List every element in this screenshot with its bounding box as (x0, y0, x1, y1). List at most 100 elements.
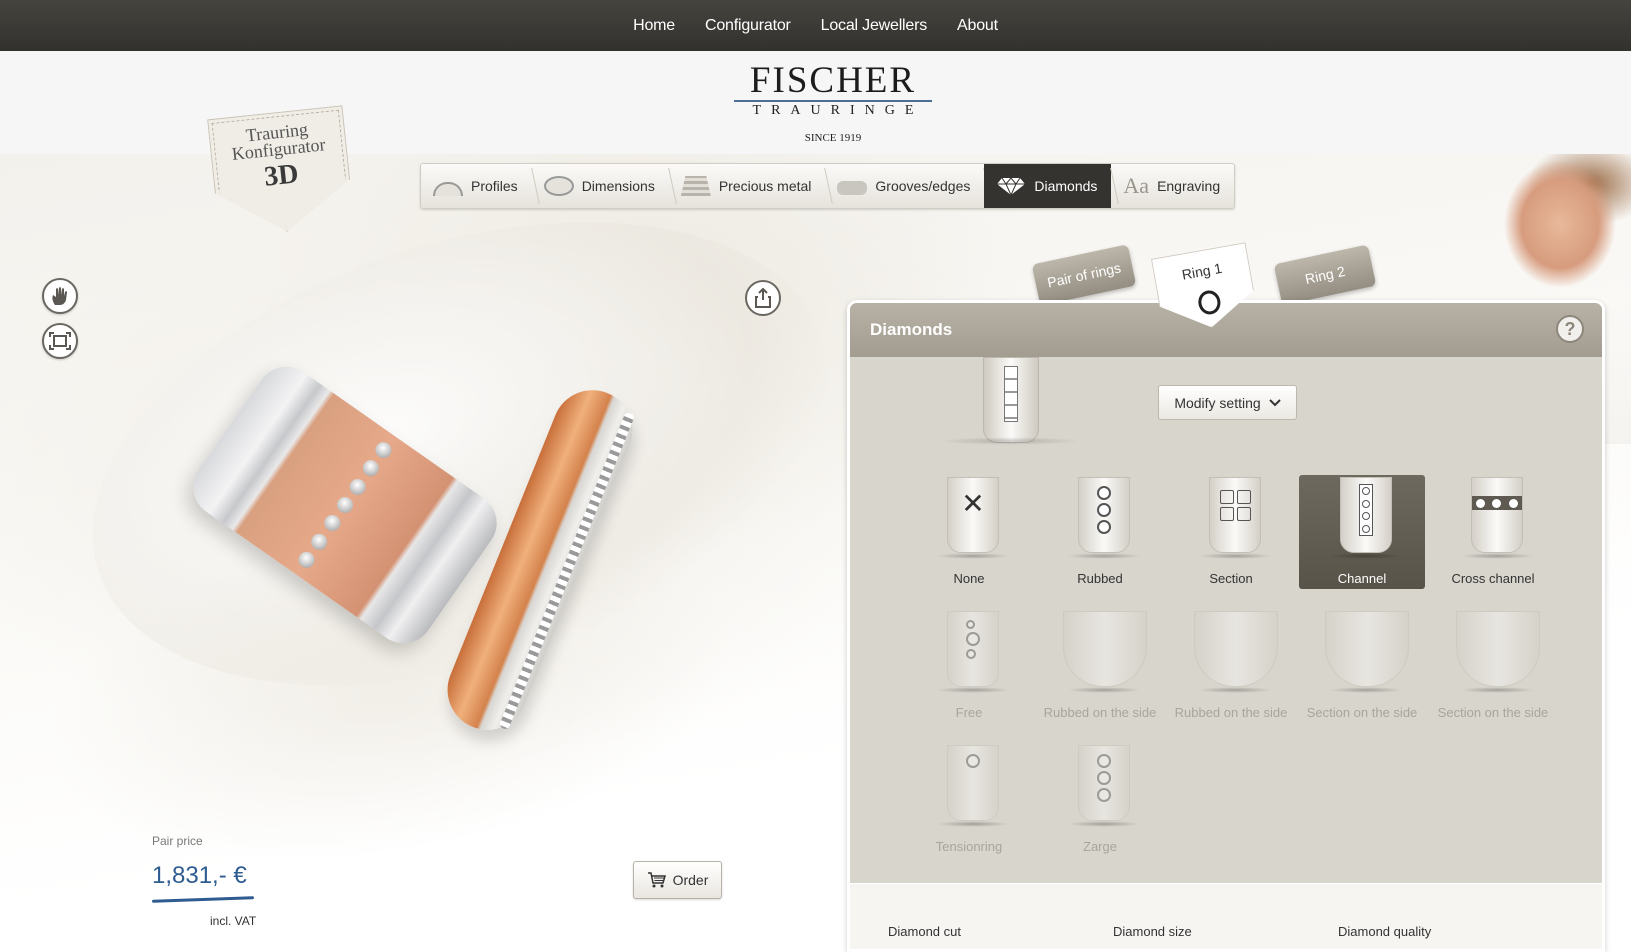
option-label: Rubbed on the side (1174, 705, 1288, 720)
option-label: Zarge (1083, 839, 1117, 854)
option-channel-image (1340, 477, 1392, 553)
tab-dimensions[interactable]: Dimensions (532, 164, 669, 208)
tab-label: Profiles (471, 178, 518, 194)
engraving-icon: Aa (1123, 173, 1150, 198)
option-none-image: ✕ (947, 477, 999, 553)
option-rubbed-image (1078, 477, 1130, 553)
order-button[interactable]: Order (633, 861, 722, 899)
free-icon (966, 620, 980, 659)
brand-since: SINCE 1919 (804, 132, 862, 144)
option-tensionring: Tensionring (906, 743, 1032, 857)
option-zarge-image (1078, 745, 1130, 821)
ring-1-label: Ring 1 (1180, 259, 1224, 283)
option-label: Rubbed (1077, 571, 1123, 586)
pair-of-rings-label: Pair of rings (1045, 259, 1123, 291)
option-cross-channel-image (1471, 477, 1523, 553)
tab-grooves-edges[interactable]: Grooves/edges (825, 164, 984, 208)
option-cross-channel[interactable]: Cross channel (1430, 475, 1556, 589)
vat-note: incl. VAT (210, 914, 257, 928)
option-label: None (953, 571, 985, 586)
nav-home[interactable]: Home (618, 17, 690, 35)
ring-1-diamonds (295, 438, 396, 572)
channel-icon (1359, 484, 1373, 536)
diamond-quality-label: Diamond quality (1338, 924, 1432, 939)
cart-icon (647, 872, 666, 888)
configurator-badge: Trauring Konfigurator 3D (207, 105, 355, 239)
option-free: Free (906, 609, 1032, 723)
tab-precious-metal[interactable]: Precious metal (669, 164, 826, 208)
nav-about[interactable]: About (942, 17, 1013, 35)
option-label: Section on the side (1306, 705, 1418, 720)
help-button[interactable]: ? (1556, 315, 1584, 343)
ring-icon (1196, 289, 1222, 316)
zarge-icon (1097, 754, 1111, 802)
option-channel[interactable]: Channel (1299, 475, 1425, 589)
option-rubbed-side-image (1194, 611, 1278, 687)
diamond-icon (997, 177, 1026, 196)
configurator-tabs: Profiles Dimensions Precious metal Groov… (420, 163, 1236, 209)
option-none[interactable]: ✕ None (906, 475, 1032, 589)
brand-logo[interactable]: FISCHER TRAURINGE SINCE 1919 (730, 60, 936, 144)
tab-label: Engraving (1157, 178, 1221, 194)
preview-channel-strip (1004, 366, 1018, 422)
hand-tool-button[interactable] (42, 278, 78, 314)
hand-icon (52, 287, 67, 305)
diamond-cut-label: Diamond cut (888, 924, 961, 939)
ring-2-label: Ring 2 (1303, 262, 1347, 288)
option-rubbed-on-side-2: Rubbed on the side (1168, 609, 1294, 723)
diamond-properties: Diamond cut Diamond size Diamond quality (850, 884, 1602, 949)
top-navigation: Home Configurator Local Jewellers About (0, 0, 1631, 51)
share-icon (755, 288, 771, 308)
dimensions-icon (543, 176, 574, 196)
tab-engraving[interactable]: Aa Engraving (1111, 164, 1234, 208)
option-section-on-side-2: Section on the side (1430, 609, 1556, 723)
diamond-size-label: Diamond size (1113, 924, 1192, 939)
tab-label: Diamonds (1034, 178, 1098, 194)
option-tensionring-image (947, 745, 999, 821)
option-label: Rubbed on the side (1043, 705, 1157, 720)
option-rubbed[interactable]: Rubbed (1037, 475, 1163, 589)
option-label: Free (955, 705, 983, 720)
profile-icon (433, 182, 463, 196)
nav-configurator[interactable]: Configurator (690, 17, 806, 35)
option-section-on-side-1: Section on the side (1299, 609, 1425, 723)
pair-price: 1,831,- € (152, 862, 247, 889)
modify-setting-label: Modify setting (1174, 394, 1261, 411)
fullscreen-icon (49, 332, 71, 350)
option-label: Cross channel (1451, 571, 1535, 586)
tab-profiles[interactable]: Profiles (421, 164, 532, 208)
cross-channel-icon (1472, 496, 1522, 510)
rubbed-icon (1097, 486, 1111, 534)
option-label: Tensionring (935, 839, 1003, 854)
share-button[interactable] (745, 280, 781, 316)
option-rubbed-side-image (1063, 611, 1147, 687)
tensionring-icon (966, 754, 980, 768)
order-label: Order (672, 872, 709, 888)
brand-name: FISCHER (749, 60, 917, 101)
option-label: Section on the side (1437, 705, 1549, 720)
option-rubbed-on-side-1: Rubbed on the side (1037, 609, 1163, 723)
tab-diamonds[interactable]: Diamonds (984, 164, 1112, 208)
option-free-image (947, 611, 999, 687)
panel-title: Diamonds (870, 320, 953, 339)
option-zarge: Zarge (1037, 743, 1163, 857)
option-section-side-image (1325, 611, 1409, 687)
option-section-image (1209, 477, 1261, 553)
section-icon (1219, 490, 1251, 521)
fullscreen-button[interactable] (42, 323, 78, 359)
modify-setting-dropdown[interactable]: Modify setting (1158, 385, 1297, 420)
preview-shadow (940, 437, 1080, 445)
tab-label: Grooves/edges (875, 178, 971, 194)
brand-subtitle: TRAURINGE (752, 103, 924, 118)
precious-metal-icon (680, 176, 711, 196)
nav-local-jewellers[interactable]: Local Jewellers (806, 17, 942, 35)
option-section[interactable]: Section (1168, 475, 1294, 589)
tab-label: Precious metal (718, 178, 812, 194)
option-label: Section (1209, 571, 1253, 586)
setting-preview (983, 357, 1039, 443)
option-label: Channel (1337, 571, 1387, 586)
price-label: Pair price (152, 834, 203, 848)
diamonds-panel: Diamonds ? Modify setting ✕ None Rubbed … (847, 300, 1605, 952)
tab-label: Dimensions (581, 178, 655, 194)
chevron-down-icon (1268, 398, 1281, 406)
